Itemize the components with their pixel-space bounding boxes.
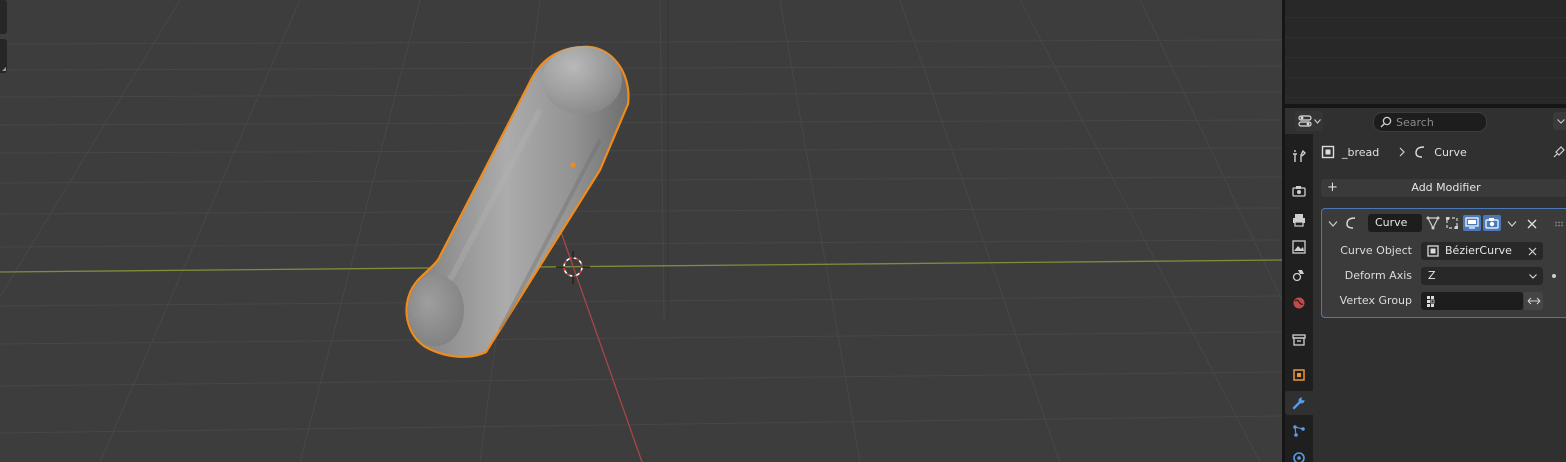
modifier-header: Curve [1322,213,1566,233]
object-square-icon [1427,245,1439,257]
curve-object-field[interactable]: BézierCurve [1421,242,1543,260]
search-icon [1380,116,1392,128]
tool-icon [1293,149,1306,162]
curve-object-value: BézierCurve [1445,244,1512,257]
editmode-icon [1446,217,1458,229]
printer-icon [1293,214,1305,227]
modifier-name-field[interactable]: Curve [1368,214,1422,232]
tab-world[interactable] [1285,291,1313,315]
clear-icon[interactable] [1528,247,1537,256]
object-square-icon [1321,145,1335,159]
particles-icon [1293,425,1305,437]
search-field[interactable] [1373,112,1487,132]
viewport-toolbar-button[interactable] [0,39,7,73]
tab-render[interactable] [1285,179,1313,203]
invert-vertex-group-toggle[interactable] [1524,292,1543,310]
deform-axis-label: Deform Axis [1344,269,1412,282]
realtime-toggle[interactable] [1463,215,1481,231]
scene-icon [1292,270,1304,282]
deform-axis-dropdown[interactable]: Z [1421,267,1543,285]
chevron-down-icon [1529,274,1537,279]
breadcrumb-object: _bread [1342,145,1380,159]
tab-modifiers[interactable] [1285,391,1313,415]
add-modifier-label: Add Modifier [1411,181,1481,194]
edit-cage-toggle[interactable] [1424,215,1442,231]
camera-back-icon [1292,186,1306,197]
viewport-grid [0,0,1282,462]
outliner-row [1285,77,1566,78]
tab-tool[interactable] [1285,144,1313,168]
properties-content: _bread Curve + Add Modifier Curve Curve … [1313,134,1566,462]
drag-handle-icon[interactable] [1554,221,1564,227]
render-toggle[interactable] [1483,215,1501,231]
add-modifier-button[interactable]: + Add Modifier [1321,179,1566,197]
tab-object[interactable] [1285,363,1313,387]
camera-icon [1485,218,1499,229]
arrow-left-right-icon [1527,297,1540,305]
tab-physics[interactable] [1285,447,1313,462]
image-icon [1292,240,1306,254]
breadcrumb: _bread Curve [1321,142,1467,162]
curve-modifier-icon [1346,217,1356,229]
outliner-row [1285,57,1566,58]
curve-modifier-panel: Curve Curve Object BézierCurve Deform Ax… [1321,208,1566,318]
deform-axis-value: Z [1428,269,1436,282]
x-axis-line [0,259,1282,273]
close-icon[interactable] [1527,219,1537,229]
outliner-row [1285,97,1566,98]
tab-scene[interactable] [1285,263,1313,287]
monitor-icon [1465,217,1479,229]
collapse-chevron-icon[interactable] [1328,220,1338,228]
breadcrumb-modifier: Curve [1434,145,1467,159]
collection-box-icon [1292,334,1306,346]
keyframe-dot-icon[interactable] [1551,273,1557,279]
editor-type-button[interactable] [1295,111,1323,131]
chevron-down-icon [1557,118,1565,124]
vertex-group-label: Vertex Group [1339,294,1412,307]
tab-view-layer[interactable] [1285,235,1313,259]
viewport-toolbar-button[interactable] [0,0,7,34]
properties-tab-bar [1285,134,1313,462]
vertex-triangle-icon [1426,216,1440,230]
physics-icon [1293,451,1305,462]
wrench-icon [1292,397,1305,410]
outliner[interactable] [1285,0,1566,104]
search-input[interactable] [1396,115,1476,129]
world-icon [1293,297,1305,309]
outliner-row [1285,17,1566,18]
vertex-group-icon [1427,296,1435,307]
curve-modifier-icon [1415,146,1425,158]
chevron-down-icon [1313,118,1321,124]
3d-viewport[interactable] [0,0,1282,462]
tab-collection[interactable] [1285,328,1313,352]
bread-object [405,45,630,358]
outliner-row [1285,37,1566,38]
pin-icon[interactable] [1553,144,1565,158]
tab-output[interactable] [1285,208,1313,232]
object-square-icon [1293,369,1305,381]
properties-header [1285,108,1566,134]
edit-mode-toggle[interactable] [1443,215,1461,231]
object-origin [570,162,576,168]
vertex-group-field[interactable] [1421,292,1523,310]
tab-particles[interactable] [1285,419,1313,443]
chevron-right-icon [1399,147,1406,157]
chevron-down-icon[interactable] [1507,220,1517,228]
curve-object-label: Curve Object [1340,244,1412,257]
options-dropdown[interactable] [1553,112,1566,130]
properties-editor-icon [1297,115,1312,127]
